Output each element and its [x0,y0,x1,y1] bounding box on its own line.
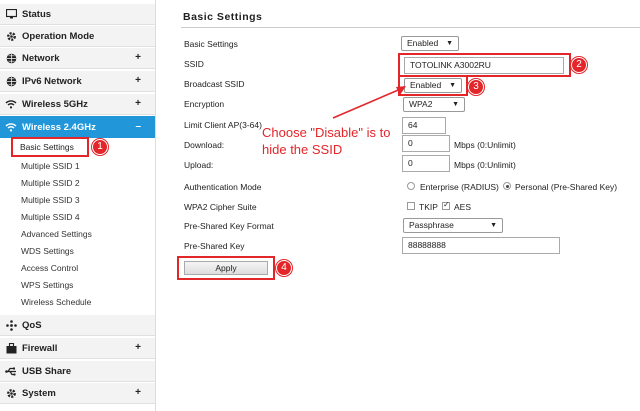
encryption-select[interactable]: WPA2 ▼ [403,97,465,112]
expand-icon[interactable]: + [135,342,141,353]
sidebar-item-label: Wireless 5GHz [22,99,88,110]
sidebar-item-firewall[interactable]: Firewall + [0,337,155,359]
tkip-checkbox[interactable] [407,202,415,210]
subnav-wds-settings[interactable]: WDS Settings [21,246,74,256]
expand-icon[interactable]: + [135,387,141,398]
psk-format-label: Pre-Shared Key Format [184,221,274,231]
qos-icon [5,319,17,331]
auth-personal-label: Personal (Pre-Shared Key) [515,182,617,192]
psk-format-select[interactable]: Passphrase ▼ [403,218,503,233]
encryption-label: Encryption [184,99,224,109]
sidebar-item-label: System [22,388,56,399]
basic-settings-label: Basic Settings [184,39,238,49]
step-badge-2: 2 [571,57,587,73]
step-badge-1: 1 [92,139,108,155]
sidebar-item-label: Network [22,53,59,64]
wifi-icon [5,121,17,133]
subnav-multiple-ssid-3[interactable]: Multiple SSID 3 [21,195,80,205]
gear-icon [5,387,17,399]
sidebar-item-label: Wireless 2.4GHz [22,122,96,133]
highlight-box-broadcast-ssid [398,75,468,96]
expand-icon[interactable]: + [135,75,141,86]
subnav-multiple-ssid-4[interactable]: Multiple SSID 4 [21,212,80,222]
psk-label: Pre-Shared Key [184,241,244,251]
step-badge-3: 3 [468,79,484,95]
expand-icon[interactable]: + [135,98,141,109]
monitor-icon [5,8,17,20]
sidebar-item-label: Operation Mode [22,31,94,42]
globe-icon [5,52,17,64]
auth-enterprise-label: Enterprise (RADIUS) [420,182,499,192]
expand-icon[interactable]: + [135,52,141,63]
sidebar-item-network[interactable]: Network + [0,47,155,69]
sidebar-item-operation-mode[interactable]: Operation Mode [0,25,155,47]
page-title: Basic Settings [183,11,262,23]
main-panel: Basic Settings Basic Settings Enabled ▼ … [157,0,640,411]
subnav-wps-settings[interactable]: WPS Settings [21,280,73,290]
sidebar-item-qos[interactable]: QoS [0,314,155,336]
wifi-icon [5,98,17,110]
sidebar-item-system[interactable]: System + [0,382,155,404]
download-label: Download: [184,140,224,150]
dropdown-arrow-icon: ▼ [446,37,453,50]
sidebar-item-usb-share[interactable]: USB Share [0,360,155,382]
auth-enterprise-radio[interactable] [407,182,415,190]
sidebar-item-label: Firewall [22,343,57,354]
subnav-multiple-ssid-1[interactable]: Multiple SSID 1 [21,161,80,171]
sidebar-item-label: IPv6 Network [22,76,82,87]
aes-label: AES [454,202,471,212]
apply-button[interactable]: Apply [184,261,268,275]
ssid-label: SSID [184,59,204,69]
subnav-basic-settings[interactable]: Basic Settings [20,142,74,152]
upload-unit: Mbps (0:Unlimit) [454,160,516,170]
cipher-suite-label: WPA2 Cipher Suite [184,202,257,212]
auth-personal-radio[interactable] [503,182,511,190]
download-unit: Mbps (0:Unlimit) [454,140,516,150]
tkip-label: TKIP [419,202,438,212]
step-badge-4: 4 [276,260,292,276]
sidebar-item-label: USB Share [22,366,71,377]
subnav-access-control[interactable]: Access Control [21,263,78,273]
title-divider [181,27,640,28]
globe-icon [5,75,17,87]
limit-client-ap-label: Limit Client AP(3-64) [184,120,262,130]
broadcast-ssid-label: Broadcast SSID [184,79,244,89]
sidebar-item-label: QoS [22,320,42,331]
subnav-wireless-schedule[interactable]: Wireless Schedule [21,297,91,307]
dropdown-arrow-icon: ▼ [452,98,459,111]
aes-checkbox[interactable] [442,202,450,210]
subnav-multiple-ssid-2[interactable]: Multiple SSID 2 [21,178,80,188]
subnav-advanced-settings[interactable]: Advanced Settings [21,229,92,239]
usb-icon [5,365,17,377]
collapse-icon[interactable]: – [135,121,141,132]
annotation-note: Choose "Disable" is to hide the SSID [262,124,412,158]
sidebar-item-wireless-5ghz[interactable]: Wireless 5GHz + [0,93,155,115]
basic-settings-select[interactable]: Enabled ▼ [401,36,459,51]
dropdown-arrow-icon: ▼ [490,219,497,232]
gear-icon [5,30,17,42]
upload-label: Upload: [184,160,213,170]
psk-input[interactable]: 88888888 [402,237,560,254]
sidebar-item-status[interactable]: Status [0,3,155,25]
sidebar-item-ipv6-network[interactable]: IPv6 Network + [0,70,155,92]
sidebar-item-wireless-24ghz[interactable]: Wireless 2.4GHz – [0,116,155,138]
auth-mode-label: Authentication Mode [184,182,262,192]
sidebar-item-label: Status [22,9,51,20]
sidebar: Status Operation Mode Network + IPv6 Net… [0,0,156,411]
highlight-box-ssid [398,53,571,77]
firewall-icon [5,342,17,354]
